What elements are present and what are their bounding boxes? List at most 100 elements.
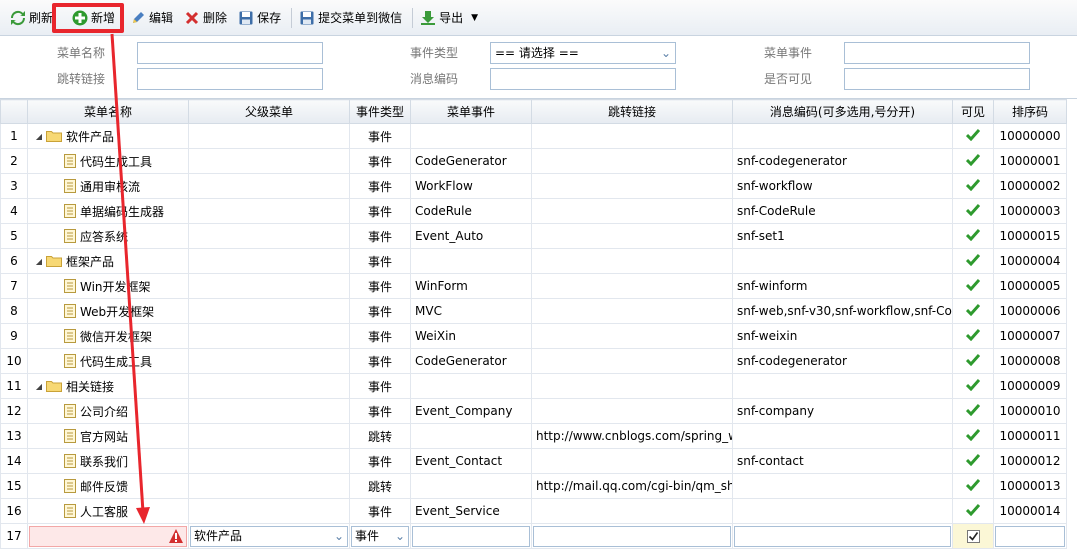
menu-name-cell[interactable]: 邮件反馈: [27, 473, 189, 499]
link-edit-cell[interactable]: [531, 523, 733, 549]
parent-menu-cell[interactable]: [188, 273, 350, 299]
menu-event-edit-cell[interactable]: [410, 523, 532, 549]
visible-cell[interactable]: [952, 348, 994, 374]
parent-menu-cell[interactable]: [188, 248, 350, 274]
sort-cell[interactable]: 10000011: [993, 423, 1067, 449]
visible-cell[interactable]: [952, 398, 994, 424]
table-row[interactable]: 16 人工客服 事件 Event_Service 10000014: [0, 498, 1067, 524]
visible-cell[interactable]: [952, 473, 994, 499]
table-row[interactable]: 15 邮件反馈 跳转 http://mail.qq.com/cgi-bin/qm_sh…: [0, 473, 1067, 499]
table-row[interactable]: 7 Win开发框架 事件 WinForm snf-winform 10000005: [0, 273, 1067, 299]
event-type-cell[interactable]: 事件: [349, 198, 411, 224]
menu-name-cell[interactable]: 人工客服: [27, 498, 189, 524]
menu-name-cell[interactable]: 联系我们: [27, 448, 189, 474]
menu-name-cell[interactable]: ◢ 框架产品: [27, 248, 189, 274]
sort-cell[interactable]: 10000015: [993, 223, 1067, 249]
visible-cell[interactable]: [952, 223, 994, 249]
visible-input[interactable]: [844, 68, 1030, 90]
link-input[interactable]: [137, 68, 323, 90]
link-cell[interactable]: [531, 173, 733, 199]
parent-menu-cell[interactable]: [188, 173, 350, 199]
menu-name-cell[interactable]: ◢ 相关链接: [27, 373, 189, 399]
visible-cell[interactable]: [952, 298, 994, 324]
parent-menu-cell[interactable]: [188, 373, 350, 399]
msg-code-cell[interactable]: [732, 473, 953, 499]
table-row[interactable]: 1 ◢ 软件产品 事件 10000000: [0, 123, 1067, 149]
delete-button[interactable]: 删除: [180, 6, 231, 30]
menu-event-cell[interactable]: CodeRule: [410, 198, 532, 224]
sort-cell[interactable]: 10000010: [993, 398, 1067, 424]
menu-event-cell[interactable]: [410, 373, 532, 399]
msg-code-cell[interactable]: [732, 373, 953, 399]
menu-name-cell[interactable]: ◢ 软件产品: [27, 123, 189, 149]
menu-event-cell[interactable]: Event_Auto: [410, 223, 532, 249]
menu-name-cell[interactable]: 微信开发框架: [27, 323, 189, 349]
visible-cell[interactable]: [952, 148, 994, 174]
expand-toggle-icon[interactable]: ◢: [32, 257, 46, 266]
link-cell[interactable]: [531, 248, 733, 274]
menu-name-edit-input[interactable]: [29, 525, 187, 547]
menu-event-cell[interactable]: Event_Contact: [410, 448, 532, 474]
sort-cell[interactable]: 10000006: [993, 298, 1067, 324]
visible-cell[interactable]: [952, 173, 994, 199]
col-menu-name[interactable]: 菜单名称: [27, 99, 189, 124]
event-type-cell[interactable]: 事件: [349, 448, 411, 474]
visible-cell[interactable]: [952, 123, 994, 149]
parent-menu-cell[interactable]: [188, 198, 350, 224]
col-visible[interactable]: 可见: [952, 99, 994, 124]
menu-event-input[interactable]: [844, 42, 1030, 64]
visible-cell[interactable]: [952, 273, 994, 299]
submit-wechat-button[interactable]: 提交菜单到微信: [295, 6, 406, 30]
table-row[interactable]: 6 ◢ 框架产品 事件 10000004: [0, 248, 1067, 274]
table-row[interactable]: 13 官方网站 跳转 http://www.cnblogs.com/spring_wa…: [0, 423, 1067, 449]
table-row[interactable]: 12 公司介绍 事件 Event_Company snf-company 10000010: [0, 398, 1067, 424]
parent-menu-cell[interactable]: [188, 148, 350, 174]
expand-toggle-icon[interactable]: ◢: [32, 132, 46, 141]
link-cell[interactable]: [531, 198, 733, 224]
parent-menu-edit-cell[interactable]: 软件产品 ⌄: [188, 523, 350, 549]
msg-code-cell[interactable]: snf-company: [732, 398, 953, 424]
link-cell[interactable]: [531, 273, 733, 299]
parent-menu-cell[interactable]: [188, 398, 350, 424]
event-type-cell[interactable]: 事件: [349, 373, 411, 399]
menu-event-cell[interactable]: MVC: [410, 298, 532, 324]
msg-code-edit-input[interactable]: [734, 525, 951, 547]
link-cell[interactable]: http://www.cnblogs.com/spring_wan: [531, 423, 733, 449]
sort-cell[interactable]: 10000002: [993, 173, 1067, 199]
event-type-cell[interactable]: 事件: [349, 348, 411, 374]
table-row[interactable]: 8 Web开发框架 事件 MVC snf-web,snf-v30,snf-workflo…: [0, 298, 1067, 324]
event-type-cell[interactable]: 事件: [349, 148, 411, 174]
sort-cell[interactable]: 10000003: [993, 198, 1067, 224]
export-button[interactable]: 导出 ▼: [416, 6, 482, 30]
menu-event-cell[interactable]: CodeGenerator: [410, 348, 532, 374]
msg-code-input[interactable]: [490, 68, 676, 90]
menu-event-cell[interactable]: WeiXin: [410, 323, 532, 349]
sort-cell[interactable]: 10000012: [993, 448, 1067, 474]
sort-cell[interactable]: 10000004: [993, 248, 1067, 274]
menu-event-cell[interactable]: WinForm: [410, 273, 532, 299]
table-row[interactable]: 11 ◢ 相关链接 事件 10000009: [0, 373, 1067, 399]
menu-name-cell[interactable]: 公司介绍: [27, 398, 189, 424]
event-type-cell[interactable]: 事件: [349, 398, 411, 424]
menu-event-cell[interactable]: [410, 123, 532, 149]
msg-code-edit-cell[interactable]: [732, 523, 953, 549]
table-row[interactable]: 4 单据编码生成器 事件 CodeRule snf-CodeRule 10000003: [0, 198, 1067, 224]
visible-cell[interactable]: [952, 248, 994, 274]
add-button[interactable]: 新增: [68, 6, 119, 30]
event-type-cell[interactable]: 事件: [349, 123, 411, 149]
msg-code-cell[interactable]: [732, 423, 953, 449]
col-sort[interactable]: 排序码: [993, 99, 1067, 124]
table-row[interactable]: 2 代码生成工具 事件 CodeGenerator snf-codegenerator 1…: [0, 148, 1067, 174]
msg-code-cell[interactable]: snf-web,snf-v30,snf-workflow,snf-CodeF: [732, 298, 953, 324]
visible-cell[interactable]: [952, 323, 994, 349]
visible-cell[interactable]: [952, 498, 994, 524]
table-row[interactable]: 14 联系我们 事件 Event_Contact snf-contact 10000012: [0, 448, 1067, 474]
link-cell[interactable]: [531, 148, 733, 174]
link-cell[interactable]: [531, 298, 733, 324]
refresh-button[interactable]: 刷新: [6, 6, 57, 30]
link-edit-input[interactable]: [533, 525, 731, 547]
visible-cell[interactable]: [952, 373, 994, 399]
menu-name-cell[interactable]: 官方网站: [27, 423, 189, 449]
col-link[interactable]: 跳转链接: [531, 99, 733, 124]
sort-edit-input[interactable]: [995, 525, 1065, 547]
